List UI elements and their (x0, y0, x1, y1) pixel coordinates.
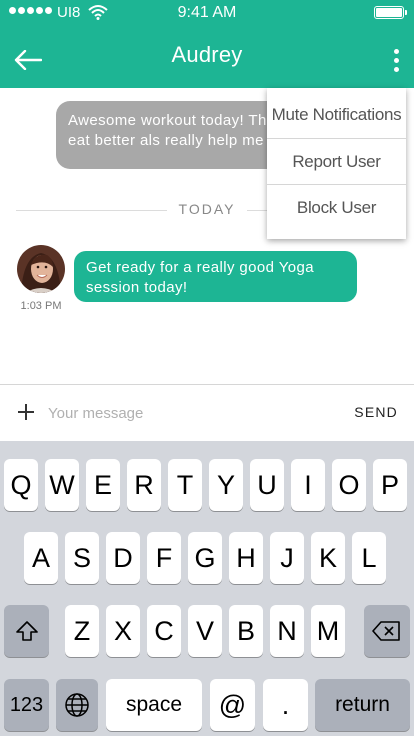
key-x[interactable]: X (106, 605, 140, 657)
avatar[interactable] (17, 245, 65, 293)
status-bar: UI8 9:41 AM (0, 0, 414, 26)
globe-icon (65, 693, 89, 717)
key-l[interactable]: L (352, 532, 386, 584)
menu-item-mute-notifications[interactable]: Mute Notifications (267, 92, 406, 138)
add-attachment-icon[interactable] (16, 402, 36, 422)
status-time: 9:41 AM (177, 4, 237, 21)
key-h[interactable]: H (229, 532, 263, 584)
message-input[interactable] (48, 399, 338, 427)
space-key[interactable]: space (106, 679, 202, 731)
date-divider-label: TODAY (166, 201, 248, 217)
keyboard: Q W E R T Y U I O P A S D F G H J K L Z … (0, 441, 414, 736)
message-timestamp: 1:03 PM (20, 300, 62, 312)
options-menu: Mute Notifications Report User Block Use… (267, 88, 406, 239)
key-p[interactable]: P (373, 459, 407, 511)
key-z[interactable]: Z (65, 605, 99, 657)
delete-key[interactable] (364, 605, 410, 657)
key-j[interactable]: J (270, 532, 304, 584)
shift-arrow-icon (15, 621, 38, 641)
battery-icon (374, 6, 407, 19)
key-a[interactable]: A (24, 532, 58, 584)
numbers-key[interactable]: 123 (4, 679, 49, 731)
shift-key[interactable] (4, 605, 49, 657)
key-v[interactable]: V (188, 605, 222, 657)
key-s[interactable]: S (65, 532, 99, 584)
contact-photo (17, 245, 65, 293)
globe-key[interactable] (56, 679, 98, 731)
backspace-icon (372, 621, 400, 641)
key-u[interactable]: U (250, 459, 284, 511)
key-f[interactable]: F (147, 532, 181, 584)
return-key[interactable]: return (315, 679, 410, 731)
key-b[interactable]: B (229, 605, 263, 657)
page-title: Audrey (171, 42, 243, 67)
key-g[interactable]: G (188, 532, 222, 584)
key-r[interactable]: R (127, 459, 161, 511)
key-q[interactable]: Q (4, 459, 38, 511)
menu-item-block-user[interactable]: Block User (267, 184, 406, 230)
key-m[interactable]: M (311, 605, 345, 657)
incoming-message-bubble: Get ready for a really good Yoga session… (74, 251, 357, 302)
key-o[interactable]: O (332, 459, 366, 511)
key-e[interactable]: E (86, 459, 120, 511)
message-composer: SEND (0, 384, 414, 440)
menu-item-report-user[interactable]: Report User (267, 138, 406, 184)
key-d[interactable]: D (106, 532, 140, 584)
more-options-icon[interactable] (384, 46, 408, 74)
key-c[interactable]: C (147, 605, 181, 657)
key-k[interactable]: K (311, 532, 345, 584)
key-t[interactable]: T (168, 459, 202, 511)
key-i[interactable]: I (291, 459, 325, 511)
key-w[interactable]: W (45, 459, 79, 511)
key-y[interactable]: Y (209, 459, 243, 511)
send-button[interactable]: SEND (354, 404, 398, 420)
chat-header: UI8 9:41 AM Audrey (0, 0, 414, 88)
dot-key[interactable]: . (263, 679, 308, 731)
at-key[interactable]: @ (210, 679, 255, 731)
key-n[interactable]: N (270, 605, 304, 657)
